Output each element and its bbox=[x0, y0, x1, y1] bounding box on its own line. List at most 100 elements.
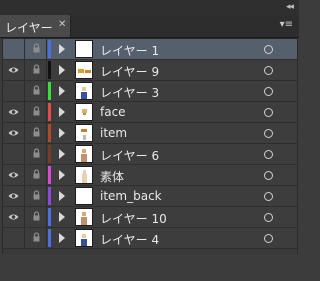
expand-arrow-icon[interactable] bbox=[59, 233, 65, 243]
lock-toggle[interactable] bbox=[25, 207, 47, 227]
lock-toggle[interactable] bbox=[25, 39, 47, 59]
expand-arrow-icon[interactable] bbox=[59, 149, 65, 159]
layer-row[interactable]: item bbox=[3, 123, 297, 144]
layer-name[interactable]: 素体 bbox=[100, 168, 124, 185]
tab-layers[interactable]: レイヤー ✕ bbox=[0, 15, 71, 37]
lock-toggle[interactable] bbox=[25, 165, 47, 185]
layer-row[interactable]: 素体 bbox=[3, 165, 297, 186]
thumbnail-art bbox=[85, 70, 91, 73]
layer-name[interactable]: item bbox=[100, 126, 127, 140]
layer-row[interactable]: レイヤー 1 bbox=[3, 39, 297, 60]
thumbnail-art bbox=[82, 234, 86, 238]
lock-toggle[interactable] bbox=[25, 186, 47, 206]
layer-thumbnail bbox=[75, 208, 93, 226]
lock-toggle[interactable] bbox=[25, 102, 47, 122]
target-circle-icon[interactable] bbox=[264, 66, 273, 75]
eye-icon bbox=[8, 109, 19, 115]
layer-name[interactable]: レイヤー 1 bbox=[100, 42, 159, 59]
lock-icon bbox=[33, 64, 40, 74]
expand-arrow-icon[interactable] bbox=[59, 65, 65, 75]
layer-thumbnail bbox=[75, 61, 93, 79]
eye-icon bbox=[8, 172, 19, 178]
layer-name[interactable]: レイヤー 10 bbox=[100, 210, 167, 227]
visibility-toggle[interactable] bbox=[3, 207, 25, 227]
layer-row[interactable]: face bbox=[3, 102, 297, 123]
lock-toggle[interactable] bbox=[25, 123, 47, 143]
layer-thumbnail bbox=[75, 124, 93, 142]
layer-list: レイヤー 1 レイヤー 9 レイヤー 3 face item レイヤー 6 素体 item_b… bbox=[2, 38, 298, 255]
expand-arrow-icon[interactable] bbox=[59, 128, 65, 138]
thumbnail-art bbox=[81, 217, 87, 225]
lock-toggle[interactable] bbox=[25, 60, 47, 80]
thumbnail-art bbox=[81, 154, 87, 162]
lock-toggle[interactable] bbox=[25, 144, 47, 164]
expand-arrow-icon[interactable] bbox=[59, 107, 65, 117]
visibility-toggle[interactable] bbox=[3, 60, 25, 80]
visibility-toggle[interactable] bbox=[3, 186, 25, 206]
layer-name[interactable]: レイヤー 3 bbox=[100, 84, 159, 101]
layer-row[interactable]: レイヤー 3 bbox=[3, 81, 297, 102]
layer-thumbnail bbox=[75, 145, 93, 163]
eye-icon bbox=[8, 67, 19, 73]
visibility-toggle[interactable] bbox=[3, 144, 25, 164]
thumbnail-art bbox=[78, 69, 84, 73]
layer-name[interactable]: face bbox=[100, 105, 126, 119]
visibility-toggle[interactable] bbox=[3, 165, 25, 185]
layer-color-swatch bbox=[48, 187, 51, 205]
layer-thumbnail bbox=[75, 229, 93, 247]
layer-name[interactable]: item_back bbox=[100, 189, 162, 203]
expand-arrow-icon[interactable] bbox=[59, 212, 65, 222]
lock-icon bbox=[33, 85, 40, 95]
lock-icon bbox=[33, 127, 40, 137]
target-circle-icon[interactable] bbox=[264, 192, 273, 201]
thumbnail-art bbox=[81, 92, 87, 99]
layer-thumbnail bbox=[75, 40, 93, 58]
layer-row[interactable]: レイヤー 4 bbox=[3, 228, 297, 249]
visibility-toggle[interactable] bbox=[3, 228, 25, 248]
target-circle-icon[interactable] bbox=[264, 129, 273, 138]
visibility-toggle[interactable] bbox=[3, 81, 25, 101]
expand-arrow-icon[interactable] bbox=[59, 86, 65, 96]
close-icon[interactable]: ✕ bbox=[58, 19, 66, 30]
visibility-toggle[interactable] bbox=[3, 39, 25, 59]
target-circle-icon[interactable] bbox=[264, 108, 273, 117]
target-circle-icon[interactable] bbox=[264, 234, 273, 243]
layer-row[interactable]: レイヤー 6 bbox=[3, 144, 297, 165]
lock-icon bbox=[33, 148, 40, 158]
layer-thumbnail bbox=[75, 82, 93, 100]
layer-row[interactable]: レイヤー 9 bbox=[3, 60, 297, 81]
visibility-toggle[interactable] bbox=[3, 123, 25, 143]
layer-color-swatch bbox=[48, 145, 51, 163]
target-circle-icon[interactable] bbox=[264, 213, 273, 222]
thumbnail-art bbox=[81, 239, 87, 246]
target-circle-icon[interactable] bbox=[264, 150, 273, 159]
expand-arrow-icon[interactable] bbox=[59, 44, 65, 54]
layer-row[interactable]: レイヤー 10 bbox=[3, 207, 297, 228]
thumbnail-art bbox=[83, 113, 86, 115]
layer-name[interactable]: レイヤー 9 bbox=[100, 63, 159, 80]
layer-name[interactable]: レイヤー 4 bbox=[100, 231, 159, 248]
collapse-panel-icon[interactable]: ◂◂ bbox=[286, 2, 294, 12]
panel-menu-icon[interactable]: ▾≡ bbox=[280, 19, 293, 30]
layer-row[interactable]: item_back bbox=[3, 186, 297, 207]
layer-color-swatch bbox=[48, 166, 51, 184]
thumbnail-art bbox=[82, 87, 86, 91]
target-circle-icon[interactable] bbox=[264, 45, 273, 54]
layer-name[interactable]: レイヤー 6 bbox=[100, 147, 159, 164]
visibility-toggle[interactable] bbox=[3, 102, 25, 122]
lock-icon bbox=[33, 169, 40, 179]
layer-thumbnail bbox=[75, 103, 93, 121]
layer-color-swatch bbox=[48, 40, 51, 58]
layer-color-swatch bbox=[48, 208, 51, 226]
thumbnail-art bbox=[82, 174, 87, 183]
lock-toggle[interactable] bbox=[25, 228, 47, 248]
lock-icon bbox=[33, 232, 40, 242]
layer-thumbnail bbox=[75, 187, 93, 205]
target-circle-icon[interactable] bbox=[264, 171, 273, 180]
lock-icon bbox=[33, 43, 40, 53]
expand-arrow-icon[interactable] bbox=[59, 191, 65, 201]
tab-layers-label: レイヤー bbox=[5, 21, 53, 35]
lock-toggle[interactable] bbox=[25, 81, 47, 101]
target-circle-icon[interactable] bbox=[264, 87, 273, 96]
expand-arrow-icon[interactable] bbox=[59, 170, 65, 180]
